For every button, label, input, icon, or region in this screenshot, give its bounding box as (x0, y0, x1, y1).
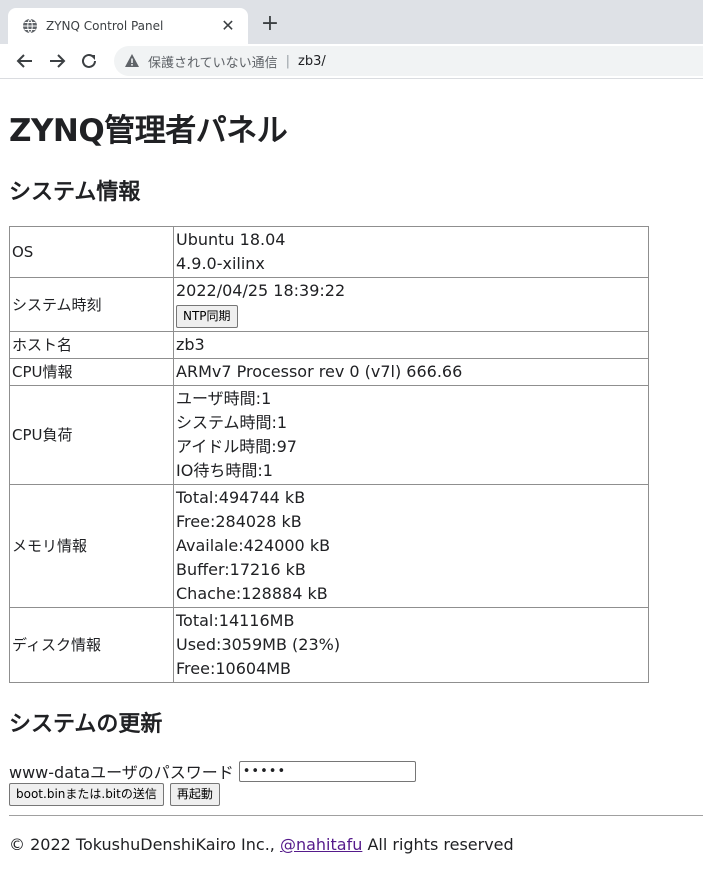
system-info-heading: システム情報 (9, 180, 141, 205)
memory-line: Total:494744 kB (176, 488, 306, 507)
cpu-info-value: ARMv7 Processor rev 0 (v7l) 666.66 (173, 358, 649, 386)
cpu-load-label: CPU負荷 (9, 385, 174, 485)
footer-copyright: © 2022 TokushuDenshiKairo Inc., (9, 835, 280, 854)
table-row: システム時刻 2022/04/25 18:39:22 NTP同期 (9, 277, 649, 332)
disk-value: Total:14116MB Used:3059MB (23%) Free:106… (173, 607, 649, 683)
browser-tab[interactable]: ZYNQ Control Panel ✕ (8, 8, 248, 44)
time-value-cell: 2022/04/25 18:39:22 NTP同期 (173, 277, 649, 332)
tab-title: ZYNQ Control Panel (46, 19, 164, 33)
tab-strip: ZYNQ Control Panel ✕ + (0, 0, 703, 44)
os-value: Ubuntu 18.04 4.9.0-xilinx (173, 226, 649, 278)
memory-line: Buffer:17216 kB (176, 560, 306, 579)
address-separator: | (285, 53, 291, 69)
table-row: ホスト名 zb3 (9, 331, 649, 359)
time-label: システム時刻 (9, 277, 174, 332)
forward-icon[interactable] (42, 46, 72, 76)
disk-line: Used:3059MB (23%) (176, 635, 341, 654)
hostname-label: ホスト名 (9, 331, 174, 359)
send-boot-file-button[interactable]: boot.binまたは.bitの送信 (9, 783, 164, 806)
hostname-value: zb3 (173, 331, 649, 359)
table-row: ディスク情報 Total:14116MB Used:3059MB (23%) F… (9, 607, 649, 683)
disk-line: Free:10604MB (176, 659, 292, 678)
memory-line: Free:284028 kB (176, 512, 302, 531)
disk-label: ディスク情報 (9, 607, 174, 683)
password-row: www-dataユーザのパスワード ••••• (9, 759, 416, 783)
cpu-load-value: ユーザ時間:1 システム時間:1 アイドル時間:97 IO待ち時間:1 (173, 385, 649, 485)
update-buttons: boot.binまたは.bitの送信 再起動 (9, 783, 220, 806)
cpu-load-line: システム時間:1 (176, 413, 288, 432)
ntp-sync-button[interactable]: NTP同期 (176, 305, 238, 328)
table-row: CPU情報 ARMv7 Processor rev 0 (v7l) 666.66 (9, 358, 649, 386)
system-info-table: OS Ubuntu 18.04 4.9.0-xilinx システム時刻 2022… (9, 226, 649, 683)
os-line: 4.9.0-xilinx (176, 254, 265, 273)
cpu-load-line: ユーザ時間:1 (176, 389, 272, 408)
cpu-load-line: IO待ち時間:1 (176, 461, 273, 480)
memory-value: Total:494744 kB Free:284028 kB Availale:… (173, 484, 649, 608)
table-row: CPU負荷 ユーザ時間:1 システム時間:1 アイドル時間:97 IO待ち時間:… (9, 385, 649, 485)
system-update-heading: システムの更新 (9, 712, 163, 737)
memory-line: Availale:424000 kB (176, 536, 331, 555)
memory-label: メモリ情報 (9, 484, 174, 608)
close-tab-icon[interactable]: ✕ (218, 16, 238, 36)
disk-line: Total:14116MB (176, 611, 295, 630)
table-row: OS Ubuntu 18.04 4.9.0-xilinx (9, 226, 649, 278)
cpu-load-line: アイドル時間:97 (176, 437, 297, 456)
page-title: ZYNQ管理者パネル (9, 113, 288, 149)
os-label: OS (9, 226, 174, 278)
footer-divider (9, 815, 703, 816)
password-label: www-dataユーザのパスワード (9, 763, 234, 782)
cpu-info-label: CPU情報 (9, 358, 174, 386)
browser-toolbar: 保護されていない通信 | zb3/ (0, 44, 703, 79)
reload-icon[interactable] (74, 46, 104, 76)
author-link[interactable]: @nahitafu (280, 835, 362, 854)
reboot-button[interactable]: 再起動 (169, 783, 220, 806)
address-bar[interactable]: 保護されていない通信 | zb3/ (114, 46, 703, 76)
warning-icon[interactable] (124, 53, 140, 69)
os-line: Ubuntu 18.04 (176, 230, 286, 249)
memory-line: Chache:128884 kB (176, 584, 328, 603)
footer: © 2022 TokushuDenshiKairo Inc., @nahitaf… (9, 835, 514, 854)
url-text: zb3/ (298, 53, 326, 69)
security-status: 保護されていない通信 (148, 55, 278, 71)
system-time: 2022/04/25 18:39:22 (176, 281, 346, 300)
table-row: メモリ情報 Total:494744 kB Free:284028 kB Ava… (9, 484, 649, 608)
password-input[interactable]: ••••• (238, 760, 416, 782)
back-icon[interactable] (10, 46, 40, 76)
globe-icon (23, 18, 37, 34)
new-tab-icon[interactable]: + (258, 12, 282, 36)
footer-rights: All rights reserved (362, 835, 514, 854)
